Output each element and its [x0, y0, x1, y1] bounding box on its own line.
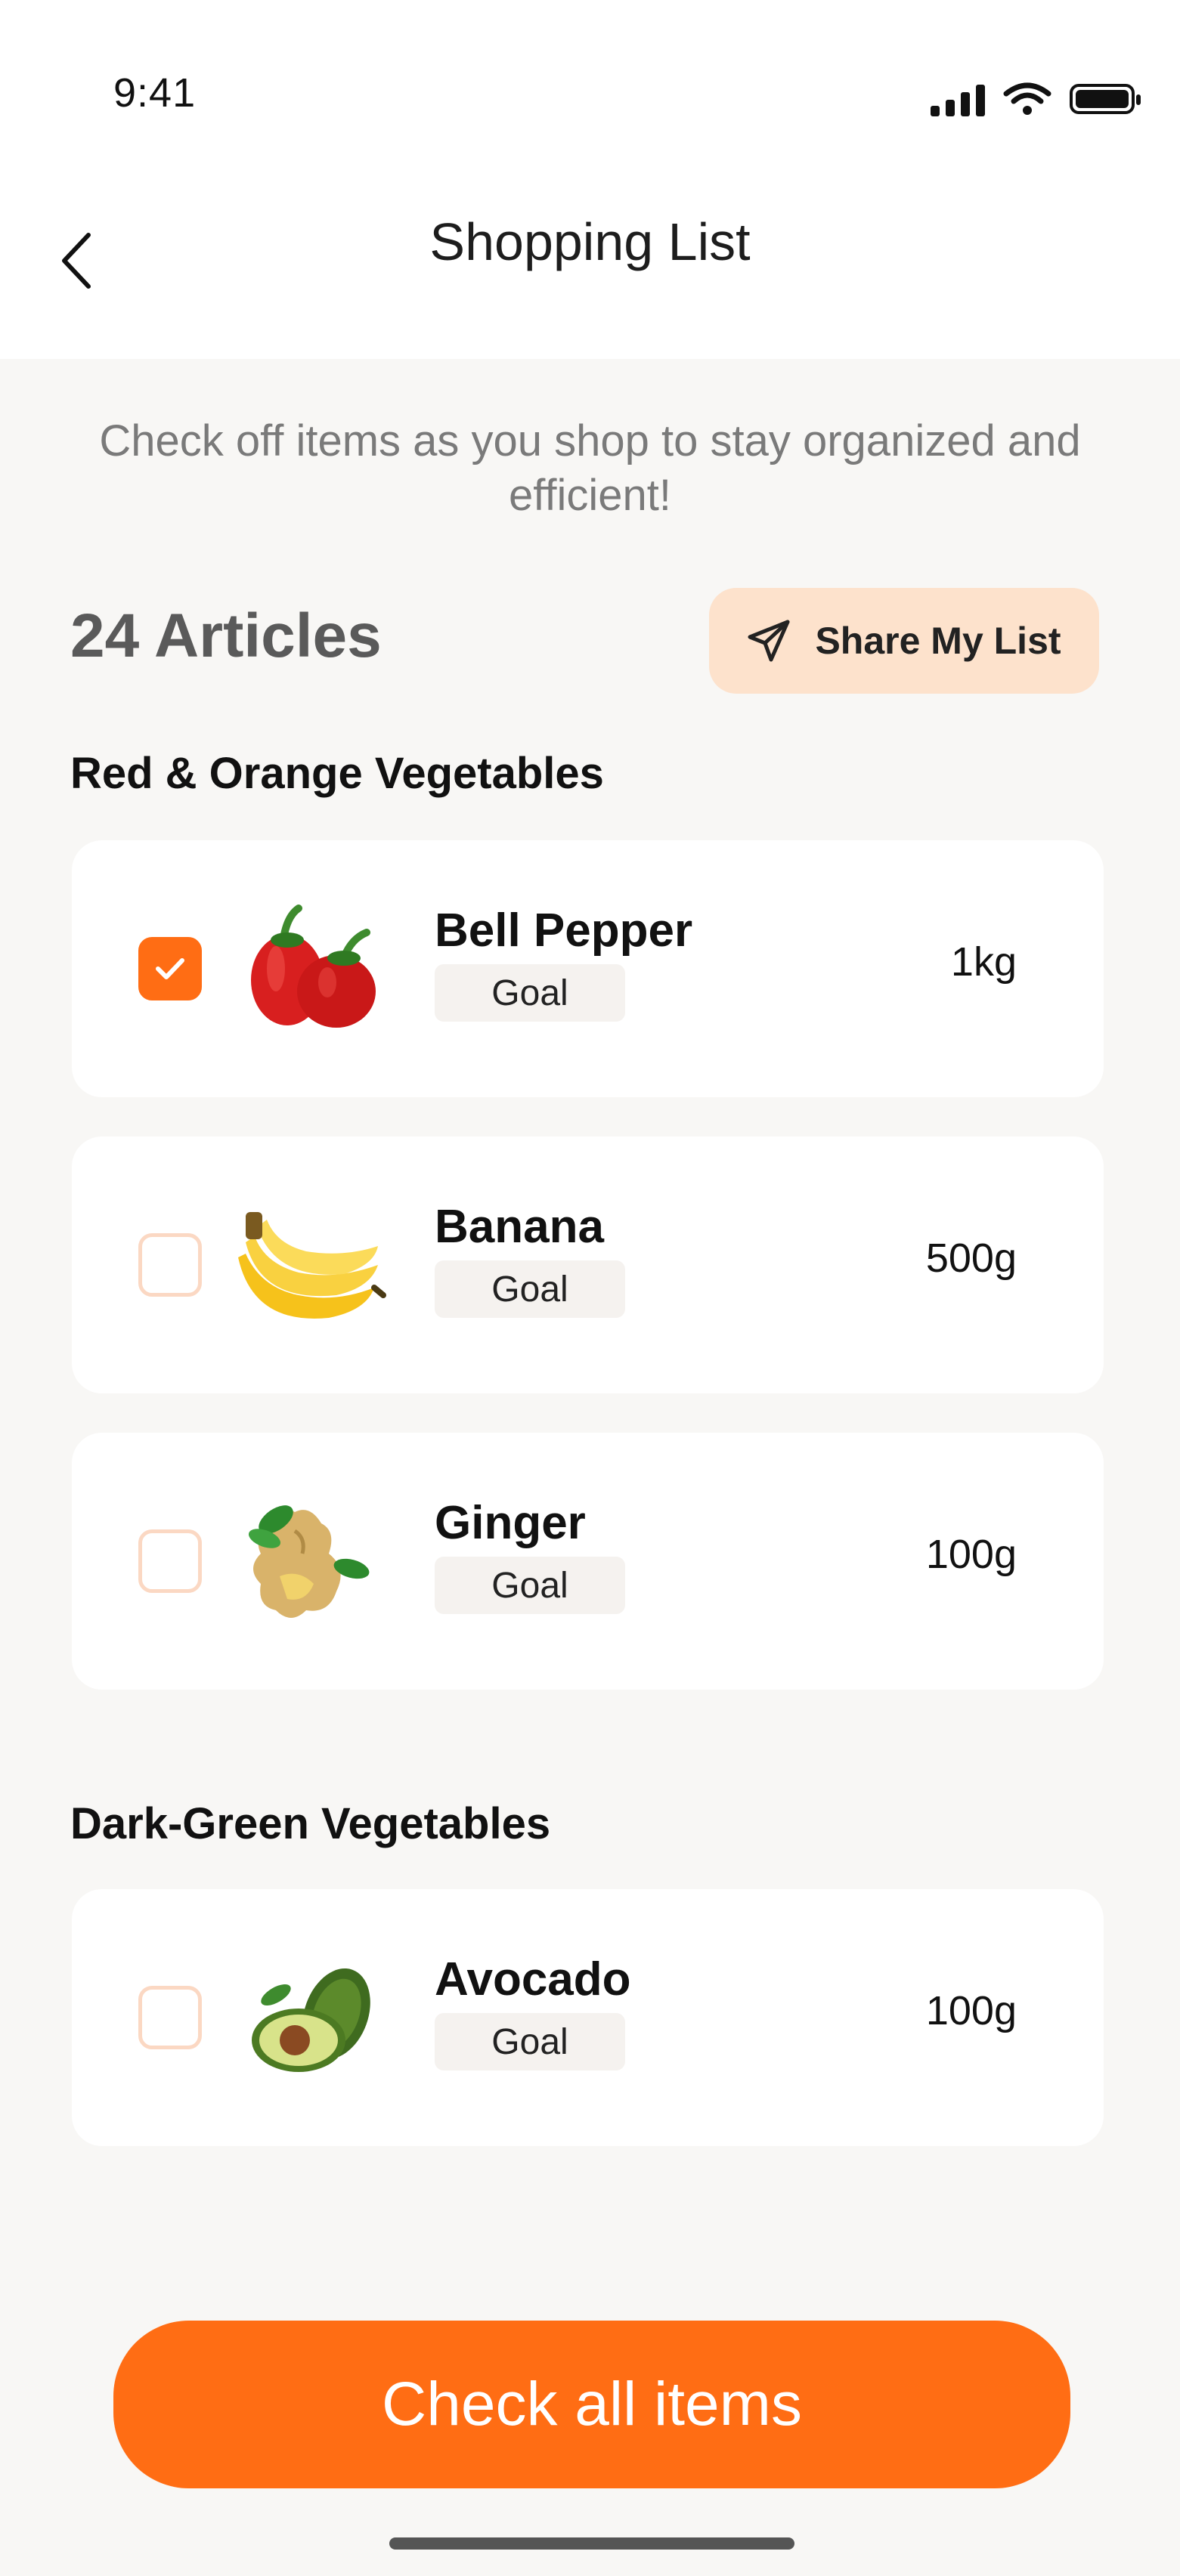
goal-badge: Goal — [435, 2013, 625, 2070]
home-indicator — [389, 2537, 794, 2550]
item-quantity: 100g — [925, 1532, 1017, 1577]
item-name: Ginger — [435, 1497, 586, 1549]
item-checkbox[interactable] — [138, 937, 202, 1000]
send-icon — [748, 620, 790, 662]
share-list-label: Share My List — [815, 620, 1061, 662]
item-checkbox[interactable] — [138, 1986, 202, 2049]
page-title: Shopping List — [429, 212, 751, 271]
battery-icon — [1070, 84, 1141, 114]
goal-badge: Goal — [435, 1557, 625, 1614]
status-icons — [931, 82, 1141, 116]
list-item: Ginger Goal 100g — [72, 1433, 1104, 1690]
section-title-dark-green: Dark-Green Vegetables — [70, 1799, 551, 1848]
ginger-image — [248, 1505, 370, 1618]
check-all-items-button[interactable]: Check all items — [113, 2321, 1070, 2488]
wifi-icon — [1003, 82, 1051, 115]
item-quantity: 100g — [925, 1988, 1017, 2033]
cellular-signal-icon — [931, 82, 985, 116]
item-name: Bell Pepper — [435, 905, 693, 957]
goal-badge: Goal — [435, 964, 625, 1022]
chevron-left-icon — [62, 233, 91, 289]
articles-count: 24 Articles — [70, 601, 382, 670]
list-item: Bell Pepper Goal 1kg — [72, 840, 1104, 1097]
list-item: Banana Goal 500g — [72, 1136, 1104, 1393]
list-item: Avocado Goal 100g — [72, 1889, 1104, 2146]
status-time: 9:41 — [113, 70, 197, 116]
item-checkbox[interactable] — [138, 1233, 202, 1297]
item-name: Banana — [435, 1201, 604, 1253]
check-icon — [156, 958, 184, 979]
item-quantity: 1kg — [950, 939, 1017, 985]
instructions-text: Check off items as you shop to stay orga… — [99, 416, 1081, 520]
item-checkbox[interactable] — [138, 1529, 202, 1593]
share-list-button[interactable]: Share My List — [709, 588, 1099, 694]
bell-pepper-image — [251, 905, 376, 1028]
back-button[interactable] — [45, 219, 106, 302]
status-bar: 9:41 — [0, 0, 1180, 174]
item-name: Avocado — [435, 1953, 631, 2005]
avocado-image — [252, 1968, 370, 2072]
goal-badge: Goal — [435, 1260, 625, 1318]
section-title-red-orange: Red & Orange Vegetables — [70, 749, 604, 798]
item-quantity: 500g — [925, 1235, 1017, 1281]
banana-image — [238, 1212, 386, 1319]
nav-bar: Shopping List — [0, 174, 1180, 359]
